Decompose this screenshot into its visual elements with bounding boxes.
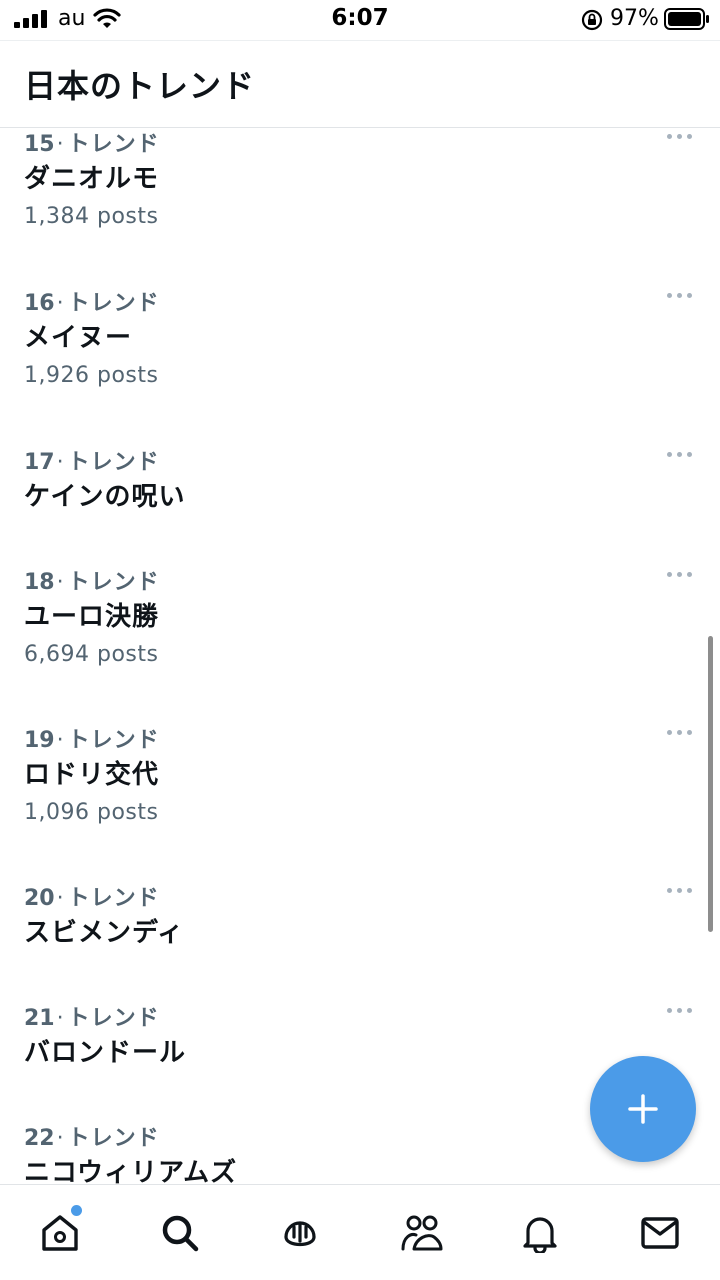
battery-icon bbox=[664, 8, 709, 30]
trend-separator: · bbox=[56, 728, 64, 753]
trend-name: ニコウィリアムズ bbox=[24, 1158, 238, 1184]
trend-item[interactable]: 17· トレンド ケインの呪い bbox=[0, 444, 720, 544]
trend-meta: 15· トレンド bbox=[24, 128, 160, 158]
compose-post-button[interactable] bbox=[590, 1056, 696, 1162]
nav-messages[interactable] bbox=[600, 1185, 720, 1280]
trend-meta: 18· トレンド bbox=[24, 564, 160, 596]
trend-category: トレンド bbox=[67, 450, 160, 475]
trend-name: バロンドール bbox=[24, 1038, 187, 1068]
trend-post-count: 1,926 posts bbox=[24, 363, 159, 388]
trend-category: トレンド bbox=[67, 886, 160, 911]
trend-list[interactable]: 15· トレンド ダニオルモ 1,384 posts 16· トレンド メイヌー 1… bbox=[0, 128, 720, 1184]
trend-category: トレンド bbox=[67, 728, 160, 753]
trend-item[interactable]: 20· トレンド スビメンディ bbox=[0, 880, 720, 980]
trend-category: トレンド bbox=[67, 132, 160, 157]
trend-category: トレンド bbox=[67, 1006, 160, 1031]
trend-item[interactable]: 18· トレンド ユーロ決勝 6,694 posts bbox=[0, 564, 720, 704]
more-options-icon[interactable] bbox=[664, 130, 696, 144]
trend-meta: 16· トレンド bbox=[24, 285, 160, 317]
trend-separator: · bbox=[56, 886, 64, 911]
more-options-icon[interactable] bbox=[664, 289, 696, 303]
bottom-nav bbox=[0, 1184, 720, 1280]
plus-icon bbox=[628, 1094, 658, 1124]
trend-name: スビメンディ bbox=[24, 918, 185, 948]
screen: au 6:07 97% 日本のトレンド 15· トレンド ダニオルモ 1,384 … bbox=[0, 0, 720, 1280]
trend-rank: 20 bbox=[24, 886, 55, 911]
trend-category: トレンド bbox=[67, 291, 160, 316]
trend-meta: 20· トレンド bbox=[24, 880, 160, 912]
trend-item[interactable]: 15· トレンド ダニオルモ 1,384 posts bbox=[0, 128, 720, 266]
communities-icon bbox=[401, 1215, 443, 1251]
nav-spaces[interactable] bbox=[240, 1185, 360, 1280]
trend-separator: · bbox=[56, 291, 64, 316]
trend-category: トレンド bbox=[67, 1126, 160, 1151]
trend-separator: · bbox=[56, 1126, 64, 1151]
more-options-icon[interactable] bbox=[664, 726, 696, 740]
search-icon bbox=[162, 1215, 199, 1252]
trend-post-count: 6,694 posts bbox=[24, 642, 159, 667]
unread-dot bbox=[71, 1205, 82, 1216]
home-icon bbox=[42, 1215, 78, 1251]
page-title: 日本のトレンド bbox=[24, 67, 256, 105]
status-bar: au 6:07 97% bbox=[0, 0, 720, 40]
trend-rank: 18 bbox=[24, 570, 55, 595]
nav-notifications[interactable] bbox=[480, 1185, 600, 1280]
trend-post-count: 1,384 posts bbox=[24, 204, 159, 229]
trend-item[interactable]: 16· トレンド メイヌー 1,926 posts bbox=[0, 285, 720, 425]
trend-meta: 21· トレンド bbox=[24, 1000, 160, 1032]
trend-item[interactable]: 19· トレンド ロドリ交代 1,096 posts bbox=[0, 722, 720, 862]
trend-name: ロドリ交代 bbox=[24, 760, 160, 790]
trend-post-count: 1,096 posts bbox=[24, 800, 159, 825]
trend-meta: 19· トレンド bbox=[24, 722, 160, 754]
nav-search[interactable] bbox=[120, 1185, 240, 1280]
nav-communities[interactable] bbox=[360, 1185, 480, 1280]
trend-rank: 17 bbox=[24, 450, 55, 475]
more-options-icon[interactable] bbox=[664, 448, 696, 462]
trend-category: トレンド bbox=[67, 570, 160, 595]
trend-separator: · bbox=[56, 450, 64, 475]
trend-meta: 22· トレンド bbox=[24, 1120, 160, 1152]
trend-rank: 16 bbox=[24, 291, 55, 316]
trend-name: ダニオルモ bbox=[24, 164, 160, 194]
more-options-icon[interactable] bbox=[664, 568, 696, 582]
more-options-icon[interactable] bbox=[664, 884, 696, 898]
notifications-icon bbox=[523, 1217, 557, 1253]
trend-name: ケインの呪い bbox=[24, 482, 186, 512]
trend-separator: · bbox=[56, 570, 64, 595]
messages-icon bbox=[641, 1217, 679, 1249]
orientation-lock-icon bbox=[581, 9, 603, 31]
battery-percent: 97% bbox=[610, 6, 659, 31]
trend-rank: 21 bbox=[24, 1006, 55, 1031]
nav-home[interactable] bbox=[0, 1185, 120, 1280]
spaces-icon bbox=[284, 1221, 316, 1247]
trend-rank: 19 bbox=[24, 728, 55, 753]
more-options-icon[interactable] bbox=[664, 1004, 696, 1018]
trend-rank: 22 bbox=[24, 1126, 55, 1151]
trend-separator: · bbox=[56, 132, 64, 157]
trend-meta: 17· トレンド bbox=[24, 444, 160, 476]
trend-rank: 15 bbox=[24, 132, 55, 157]
page-header: 日本のトレンド bbox=[0, 40, 720, 128]
trend-name: ユーロ決勝 bbox=[24, 602, 160, 632]
trend-name: メイヌー bbox=[24, 323, 133, 353]
scrollbar[interactable] bbox=[708, 636, 713, 932]
trend-separator: · bbox=[56, 1006, 64, 1031]
